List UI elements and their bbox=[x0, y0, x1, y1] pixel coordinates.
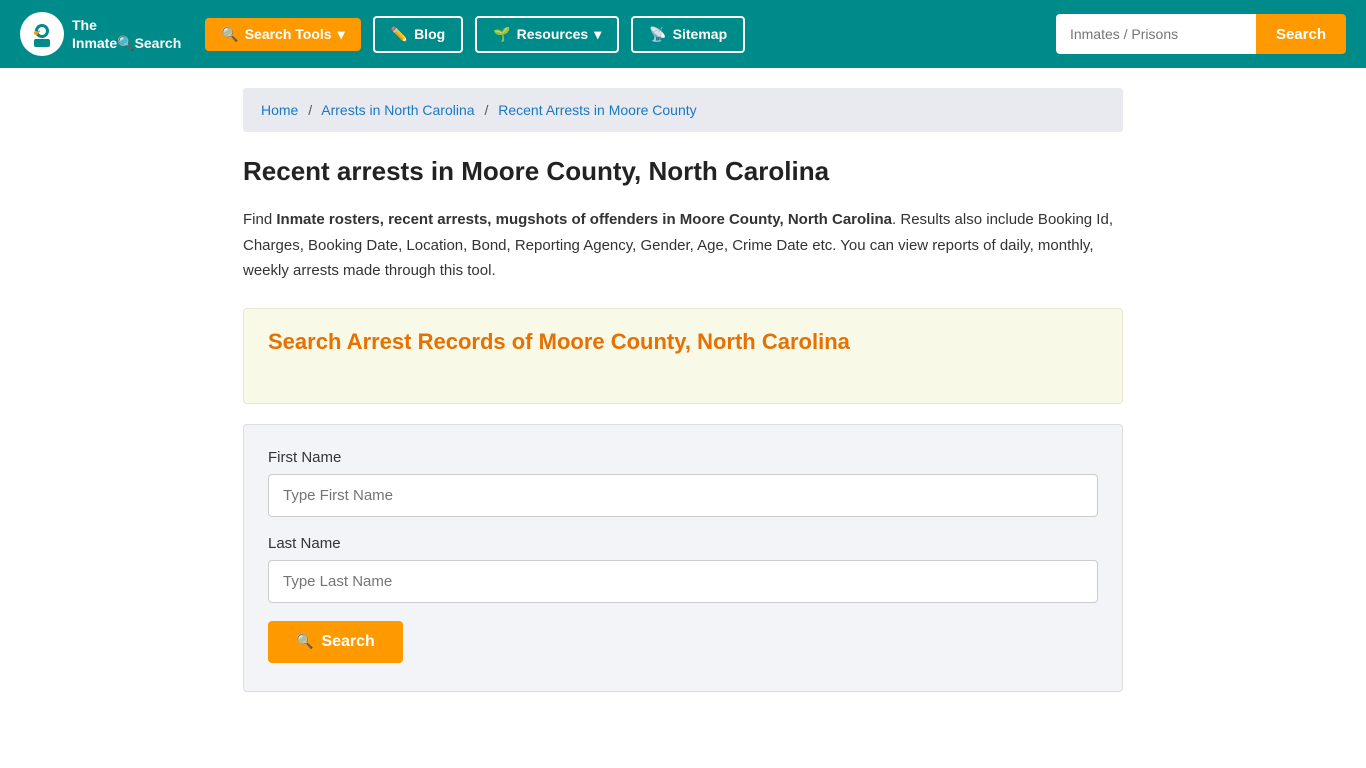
header-search-area: Search bbox=[1056, 14, 1346, 54]
header-search-input[interactable] bbox=[1056, 14, 1256, 54]
page-description: Find Inmate rosters, recent arrests, mug… bbox=[243, 207, 1123, 284]
description-bold: Inmate rosters, recent arrests, mugshots… bbox=[276, 211, 892, 228]
search-section: Search Arrest Records of Moore County, N… bbox=[243, 308, 1123, 404]
last-name-group: Last Name bbox=[268, 535, 1098, 603]
logo-text: The Inmate🔍Search bbox=[72, 16, 181, 52]
breadcrumb-sep-2: / bbox=[484, 102, 488, 118]
dropdown-arrow-icon bbox=[338, 26, 345, 43]
search-form-container: First Name Last Name Search bbox=[243, 424, 1123, 692]
first-name-label: First Name bbox=[268, 449, 1098, 466]
page-title: Recent arrests in Moore County, North Ca… bbox=[243, 156, 1123, 187]
sitemap-button[interactable]: Sitemap bbox=[631, 16, 745, 53]
breadcrumb-nc[interactable]: Arrests in North Carolina bbox=[321, 102, 474, 118]
last-name-input[interactable] bbox=[268, 560, 1098, 603]
resources-icon bbox=[493, 26, 510, 43]
first-name-group: First Name bbox=[268, 449, 1098, 517]
breadcrumb-moore[interactable]: Recent Arrests in Moore County bbox=[498, 102, 696, 118]
dropdown-arrow-icon bbox=[594, 26, 601, 43]
blog-icon bbox=[391, 26, 408, 43]
search-submit-button[interactable]: Search bbox=[268, 621, 403, 663]
main-container: Home / Arrests in North Carolina / Recen… bbox=[223, 68, 1143, 712]
resources-label: Resources bbox=[517, 26, 589, 42]
breadcrumb-home[interactable]: Home bbox=[261, 102, 298, 118]
header-search-button-label: Search bbox=[1276, 26, 1326, 43]
search-submit-icon bbox=[296, 633, 313, 651]
search-tools-button[interactable]: Search Tools bbox=[205, 18, 360, 51]
breadcrumb-sep-1: / bbox=[308, 102, 312, 118]
site-header: The Inmate🔍Search Search Tools Blog Reso… bbox=[0, 0, 1366, 68]
sitemap-label: Sitemap bbox=[673, 26, 727, 42]
search-tools-label: Search Tools bbox=[245, 26, 332, 42]
sitemap-icon bbox=[649, 26, 666, 43]
search-icon bbox=[221, 26, 238, 43]
site-logo: The Inmate🔍Search bbox=[20, 12, 181, 56]
resources-button[interactable]: Resources bbox=[475, 16, 619, 53]
blog-label: Blog bbox=[414, 26, 445, 42]
last-name-label: Last Name bbox=[268, 535, 1098, 552]
search-submit-label: Search bbox=[321, 633, 374, 651]
description-intro: Find bbox=[243, 211, 276, 228]
logo-icon bbox=[20, 12, 64, 56]
search-section-title: Search Arrest Records of Moore County, N… bbox=[268, 329, 1098, 355]
blog-button[interactable]: Blog bbox=[373, 16, 464, 53]
breadcrumb: Home / Arrests in North Carolina / Recen… bbox=[243, 88, 1123, 132]
first-name-input[interactable] bbox=[268, 474, 1098, 517]
header-search-button[interactable]: Search bbox=[1256, 14, 1346, 54]
